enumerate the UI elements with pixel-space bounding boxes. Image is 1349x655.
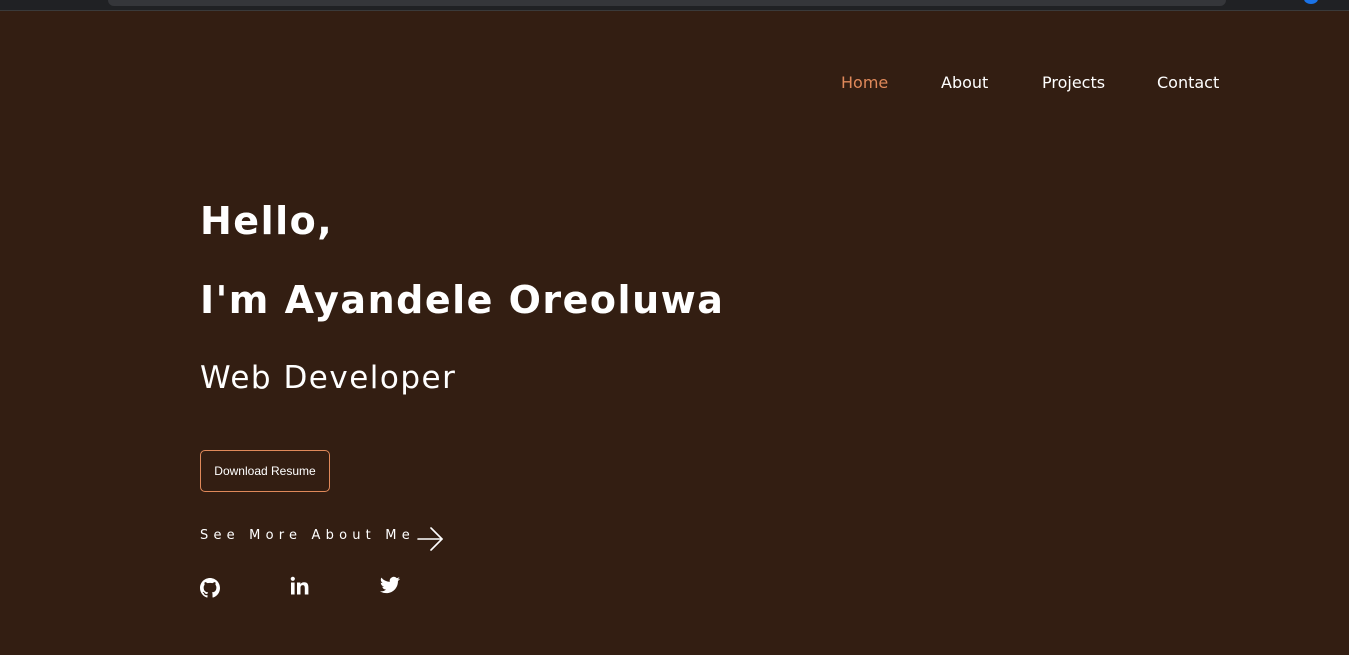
browser-profile-icon[interactable]: [1304, 0, 1318, 4]
nav-link-about[interactable]: About: [941, 71, 988, 95]
nav-link-home[interactable]: Home: [841, 71, 888, 95]
hero-greeting: Hello,: [200, 199, 334, 243]
twitter-icon[interactable]: [380, 575, 400, 595]
browser-divider: [0, 10, 1349, 11]
hero-role: Web Developer: [200, 360, 457, 396]
download-resume-button[interactable]: Download Resume: [200, 450, 330, 492]
arrow-right-icon: [417, 525, 445, 551]
see-more-label: See More About Me: [200, 527, 415, 543]
social-links: [200, 575, 420, 601]
nav-link-contact[interactable]: Contact: [1157, 71, 1219, 95]
github-icon[interactable]: [200, 578, 220, 598]
main-nav: Home About Projects Contact: [0, 71, 1349, 95]
hero-name: I'm Ayandele Oreoluwa: [200, 278, 725, 322]
see-more-about-link[interactable]: See More About Me: [200, 523, 445, 553]
linkedin-icon[interactable]: [290, 576, 310, 596]
browser-chrome-strip: [0, 0, 1349, 11]
nav-link-projects[interactable]: Projects: [1042, 71, 1105, 95]
browser-address-bar[interactable]: [108, 0, 1226, 6]
